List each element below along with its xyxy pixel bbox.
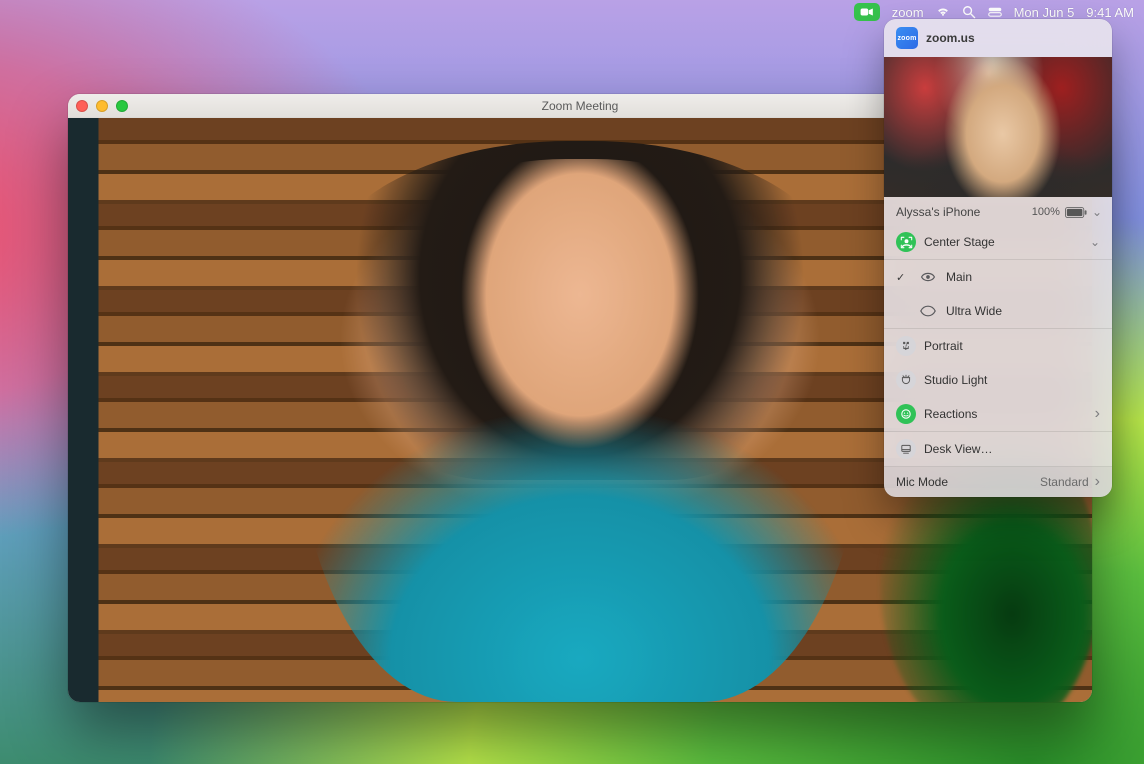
device-name: Alyssa's iPhone: [896, 205, 980, 219]
video-icon: [860, 5, 874, 19]
center-stage-icon: [896, 232, 916, 252]
menubar-time[interactable]: 9:41 AM: [1086, 5, 1134, 20]
chevron-right-icon: [1095, 406, 1100, 422]
device-row[interactable]: Alyssa's iPhone 100%: [884, 197, 1112, 225]
mic-mode-value: Standard: [1040, 475, 1089, 489]
mic-mode-row[interactable]: Mic Mode Standard: [884, 467, 1112, 497]
cc-app-name: zoom.us: [926, 31, 975, 45]
control-center-icon[interactable]: [988, 5, 1002, 19]
lens-option-ultrawide[interactable]: Ultra Wide: [884, 294, 1112, 328]
cc-header: zoom zoom.us: [884, 19, 1112, 57]
lens-ultrawide-icon: [918, 301, 938, 321]
lens-main-label: Main: [946, 270, 1100, 284]
battery-icon: [1065, 207, 1087, 218]
lens-ultrawide-label: Ultra Wide: [946, 304, 1100, 318]
lens-option-main[interactable]: Main: [884, 260, 1112, 294]
zoom-app-icon: zoom: [896, 27, 918, 49]
studio-light-label: Studio Light: [924, 373, 1100, 387]
effect-portrait[interactable]: f Portrait: [884, 329, 1112, 363]
reactions-label: Reactions: [924, 407, 1087, 421]
effect-reactions[interactable]: Reactions: [884, 397, 1112, 431]
portrait-label: Portrait: [924, 339, 1100, 353]
chevron-down-icon: [1090, 235, 1100, 249]
center-stage-row[interactable]: Center Stage: [884, 225, 1112, 259]
chevron-down-icon: [1092, 206, 1102, 219]
studio-light-icon: [896, 370, 916, 390]
portrait-icon: f: [896, 336, 916, 356]
chevron-right-icon: [1095, 474, 1100, 490]
window-traffic-lights: [76, 100, 128, 112]
window-fullscreen-button[interactable]: [116, 100, 128, 112]
center-stage-label: Center Stage: [924, 235, 1082, 249]
spotlight-icon[interactable]: [962, 5, 976, 19]
wifi-icon[interactable]: [936, 5, 950, 19]
facetime-status-badge[interactable]: [854, 3, 880, 21]
lens-main-icon: [918, 267, 938, 287]
participant-silhouette: [293, 159, 866, 702]
menubar-app-name[interactable]: zoom: [892, 5, 924, 20]
effect-studio-light[interactable]: Studio Light: [884, 363, 1112, 397]
camera-preview-thumbnail[interactable]: [884, 57, 1112, 197]
mic-mode-label: Mic Mode: [896, 475, 948, 489]
desk-view-label: Desk View…: [924, 442, 1100, 456]
battery-percentage: 100%: [1032, 206, 1060, 218]
continuity-camera-panel: zoom zoom.us Alyssa's iPhone 100% Center…: [884, 19, 1112, 497]
desk-view-icon: [896, 439, 916, 459]
desk-view-row[interactable]: Desk View…: [884, 432, 1112, 466]
window-close-button[interactable]: [76, 100, 88, 112]
window-minimize-button[interactable]: [96, 100, 108, 112]
reactions-icon: [896, 404, 916, 424]
menubar-date[interactable]: Mon Jun 5: [1014, 5, 1075, 20]
window-title: Zoom Meeting: [542, 99, 619, 113]
